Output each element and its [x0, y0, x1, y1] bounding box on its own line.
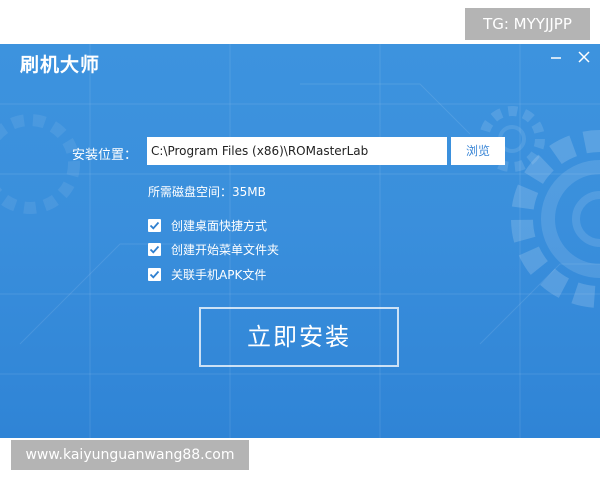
checkmark-icon	[149, 245, 160, 254]
option-label: 创建桌面快捷方式	[171, 218, 268, 233]
browse-button[interactable]: 浏览	[451, 137, 505, 165]
option-associate-apk[interactable]: 关联手机APK文件	[148, 266, 266, 282]
disk-space-text: 所需磁盘空间：35MB	[148, 185, 266, 199]
install-path-input[interactable]	[147, 137, 447, 165]
desktop-shortcut-checkbox[interactable]	[148, 218, 161, 232]
window-title: 刷机大师	[20, 54, 101, 76]
install-now-button[interactable]: 立即安装	[199, 307, 399, 367]
minimize-icon[interactable]	[546, 48, 566, 68]
checkmark-icon	[149, 221, 160, 230]
background-gear-art	[0, 44, 600, 438]
start-menu-checkbox[interactable]	[148, 242, 161, 256]
installer-window: 刷机大师 安装位置： 浏览 所需磁盘空间：35MB 创建桌面快捷方式 创建开始菜…	[0, 44, 600, 438]
option-desktop-shortcut[interactable]: 创建桌面快捷方式	[148, 217, 267, 233]
option-label: 创建开始菜单文件夹	[171, 242, 280, 257]
install-location-label: 安装位置：	[72, 148, 138, 163]
gear-decoration-icon	[511, 130, 600, 308]
checkmark-icon	[149, 270, 160, 279]
associate-apk-checkbox[interactable]	[148, 267, 161, 281]
watermark-bottom-left: www.kaiyunguanwang88.com	[11, 440, 249, 470]
close-icon[interactable]	[574, 48, 594, 68]
watermark-top-right: TG: MYYJJPP	[465, 8, 590, 40]
option-start-menu-folder[interactable]: 创建开始菜单文件夹	[148, 241, 279, 257]
option-label: 关联手机APK文件	[171, 267, 267, 282]
page: TG: MYYJJPP 刷机大师 安装位置： C:\Program Files …	[0, 0, 600, 480]
